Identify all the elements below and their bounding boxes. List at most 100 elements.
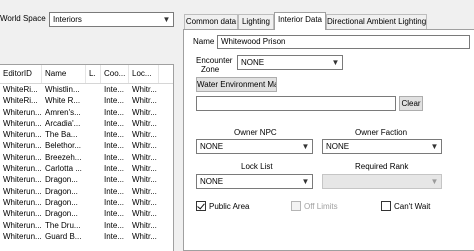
clear-button[interactable]: Clear [399,96,423,111]
cell-location: Whitr... [132,141,157,151]
name-field[interactable]: Whitewood Prison [217,35,470,49]
public-area-label: Public Area [209,202,250,211]
chevron-down-icon[interactable]: ▼ [299,175,312,188]
table-row[interactable]: Whiterun... The Dru... Inte... Whitr... [0,220,173,231]
cell-name: Guard B... [45,231,82,241]
world-space-select[interactable]: Interiors ▼ [49,12,174,27]
table-row[interactable]: Whiterun... Guard B... Inte... Whitr... [0,231,173,242]
cant-wait-checkbox[interactable] [381,201,391,211]
owner-npc-select[interactable]: NONE ▼ [196,139,313,154]
cell-l [86,208,101,219]
lock-list-label: Lock List [241,162,273,171]
chevron-down-icon: ▼ [428,175,441,188]
cell-coords: Inte... [104,231,125,241]
cell-coords: Inte... [104,164,125,174]
chevron-down-icon[interactable]: ▼ [299,140,312,153]
cant-wait-label: Can't Wait [394,202,431,211]
water-environment-field[interactable] [196,96,396,111]
cell-name: Whistlin... [45,85,80,94]
cell-location: Whitr... [132,152,157,162]
cell-list-header: EditorID Name L. Coo... Loc... [0,65,173,84]
cell-l [86,186,101,197]
cell-editorid: Whiterun... [3,118,42,128]
water-environment-button[interactable]: Water Environment Ma [196,77,277,92]
owner-faction-value: NONE [326,142,350,151]
off-limits-label: Off Limits [304,202,338,211]
table-row[interactable]: Whiterun... Dragon... Inte... Whitr... [0,174,173,185]
owner-npc-label: Owner NPC [234,128,277,137]
table-row[interactable]: Whiterun... Carlotta ... Inte... Whitr... [0,163,173,174]
column-header-location[interactable]: Loc... [129,65,159,83]
cell-location: Whitr... [132,130,157,140]
cell-name: Dragon... [45,186,78,196]
cell-coords: Inte... [104,186,125,196]
chevron-down-icon[interactable]: ▼ [428,140,441,153]
cell-name: The Ba... [45,130,78,140]
cell-l [86,163,101,174]
public-area-checkbox[interactable] [196,201,206,211]
required-rank-select: ▼ [322,174,442,189]
tab-interior-data[interactable]: Interior Data [274,12,326,30]
owner-faction-select[interactable]: NONE ▼ [322,139,442,154]
table-row[interactable]: WhiteRi... White R... Inte... Whitr... [0,95,173,106]
cell-editorid: Whiterun... [3,130,42,140]
table-row[interactable]: Whiterun... The Ba... Inte... Whitr... [0,129,173,140]
cell-location: Whitr... [132,107,157,117]
cell-editorid: Whiterun... [3,209,42,219]
column-header-coords[interactable]: Coo... [101,65,129,83]
cell-editorid: Whiterun... [3,141,42,151]
cell-location: Whitr... [132,220,157,230]
cell-name: Belethor... [45,141,82,151]
cell-name: White R... [45,96,81,106]
cell-editorid: Whiterun... [3,220,42,230]
chevron-down-icon[interactable]: ▼ [160,13,173,26]
table-row[interactable]: WhiteRi... Whistlin... Inte... Whitr... [0,84,173,95]
tab-lighting[interactable]: Lighting [238,14,274,29]
table-row[interactable]: Whiterun... Amren's... Inte... Whitr... [0,107,173,118]
cell-name: Dragon... [45,209,78,219]
column-header-editorid[interactable]: EditorID [0,65,42,83]
column-header-name[interactable]: Name [42,65,86,83]
world-space-label: World Space [0,14,46,23]
tab-directional-ambient-lighting[interactable]: Directional Ambient Lighting [326,14,427,29]
table-row[interactable]: Whiterun... Dragon... Inte... Whitr... [0,197,173,208]
table-row[interactable]: Whiterun... Dragon... Inte... Whitr... [0,186,173,197]
lock-list-select[interactable]: NONE ▼ [196,174,313,189]
cell-name: Amren's... [45,107,81,117]
cell-name: The Dru... [45,220,81,230]
cell-location: Whitr... [132,85,157,94]
cell-editorid: Whiterun... [3,107,42,117]
tab-common-data[interactable]: Common data [184,14,238,29]
cell-location: Whitr... [132,231,157,241]
chevron-down-icon[interactable]: ▼ [329,56,342,69]
cell-name: Carlotta ... [45,164,82,174]
cell-location: Whitr... [132,96,157,106]
cell-coords: Inte... [104,197,125,207]
required-rank-label: Required Rank [355,162,409,171]
cell-editorid: WhiteRi... [3,85,38,94]
table-row[interactable]: Whiterun... Arcadia'... Inte... Whitr... [0,118,173,129]
cell-list[interactable]: EditorID Name L. Coo... Loc... WhiteRi..… [0,64,174,251]
cell-coords: Inte... [104,141,125,151]
cell-l [86,152,101,163]
encounter-zone-value: NONE [241,58,265,67]
cell-coords: Inte... [104,209,125,219]
cell-location: Whitr... [132,118,157,128]
table-row[interactable]: Whiterun... Dragon... Inte... Whitr... [0,208,173,219]
cell-editorid: Whiterun... [3,197,42,207]
owner-npc-value: NONE [200,142,224,151]
cell-l [86,129,101,140]
column-header-l[interactable]: L. [86,65,101,83]
cell-name: Dragon... [45,175,78,185]
name-label: Name [193,37,215,46]
cell-l [86,174,101,185]
cell-location: Whitr... [132,209,157,219]
table-row[interactable]: Whiterun... Breezeh... Inte... Whitr... [0,152,173,163]
lock-list-value: NONE [200,177,224,186]
table-row[interactable]: Whiterun... Belethor... Inte... Whitr... [0,140,173,151]
cell-coords: Inte... [104,96,125,106]
encounter-zone-select[interactable]: NONE ▼ [237,55,343,70]
cell-location: Whitr... [132,164,157,174]
cell-name: Arcadia'... [45,118,81,128]
encounter-zone-label-line2: Zone [201,65,220,74]
